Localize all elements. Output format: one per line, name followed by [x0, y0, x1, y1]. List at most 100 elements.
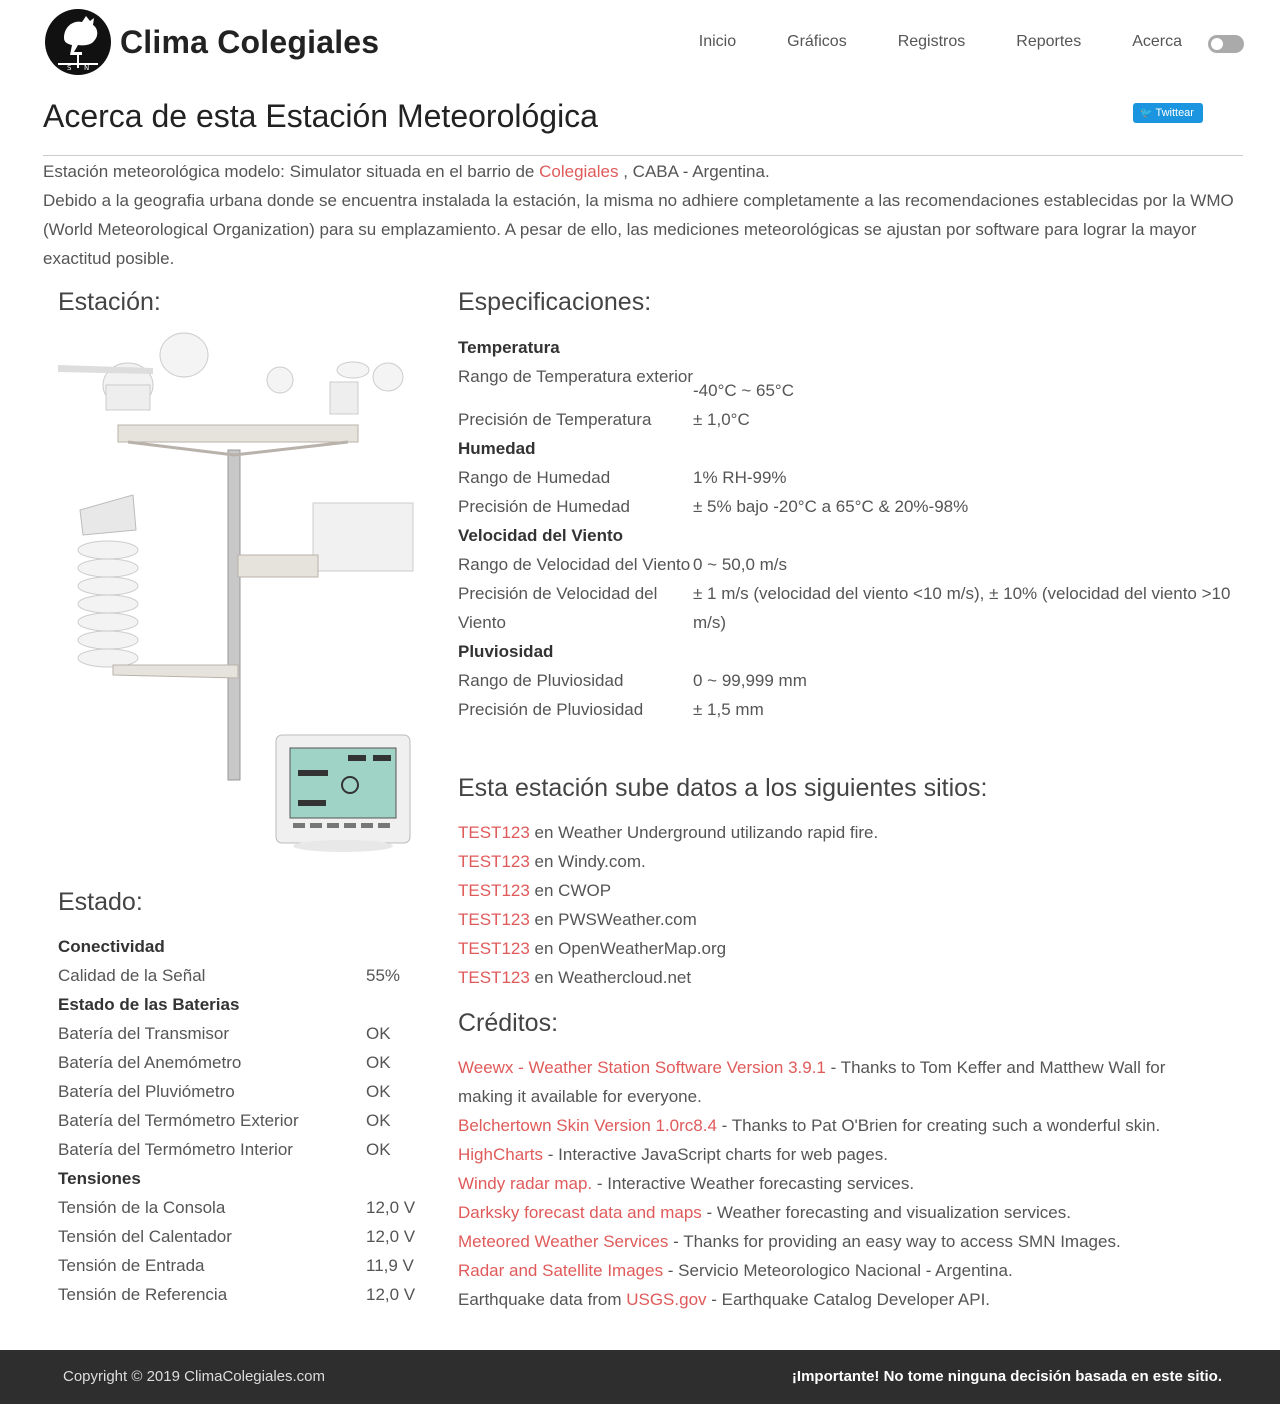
status-row: Batería del Pluviómetro OK — [58, 1077, 438, 1106]
spec-row: Rango de Velocidad del Viento 0 ~ 50,0 m/… — [458, 550, 1238, 579]
nav-item-registros[interactable]: Registros — [898, 33, 966, 51]
credit-link[interactable]: Darksky forecast data and maps — [458, 1203, 702, 1222]
status-section-heading: Estado de las Baterias — [58, 990, 438, 1019]
spec-section-heading: Temperatura — [458, 338, 560, 357]
colegiales-link[interactable]: Colegiales — [539, 162, 618, 181]
status-value: 12,0 V — [366, 1285, 416, 1304]
status-label: Calidad de la Señal — [58, 966, 206, 985]
spec-value: ± 1 m/s (velocidad del viento <10 m/s), … — [693, 584, 1231, 632]
spec-value: -40°C ~ 65°C — [693, 381, 795, 400]
credit-link[interactable]: USGS.gov — [626, 1290, 706, 1309]
upload-station-link[interactable]: TEST123 — [458, 823, 530, 842]
status-row: Batería del Termómetro Interior OK — [58, 1135, 438, 1164]
status-label: Tensiones — [58, 1169, 141, 1188]
nav-item-acerca[interactable]: Acerca — [1132, 33, 1182, 51]
status-value: OK — [366, 1082, 391, 1101]
credit-description: - Thanks for providing an easy way to ac… — [668, 1232, 1121, 1251]
spec-section-heading: Humedad — [458, 439, 536, 458]
upload-description: en Weather Underground utilizando rapid … — [529, 823, 879, 842]
status-heading: Estado: — [58, 888, 143, 916]
status-label: Batería del Termómetro Interior — [58, 1140, 293, 1159]
status-row: Tensión del Calentador 12,0 V — [58, 1222, 438, 1251]
nav-item-reportes[interactable]: Reportes — [1016, 33, 1081, 51]
upload-description: en Weathercloud.net — [529, 968, 692, 987]
spec-value: ± 5% bajo -20°C a 65°C & 20%-98% — [693, 497, 969, 516]
spec-value: ± 1,5 mm — [693, 700, 764, 719]
upload-station-link[interactable]: TEST123 — [458, 910, 530, 929]
credit-link[interactable]: Meteored Weather Services — [458, 1232, 668, 1251]
status-value: 12,0 V — [366, 1227, 416, 1246]
spec-label: Precisión de Velocidad del Viento — [458, 584, 658, 632]
status-value: OK — [366, 1024, 391, 1043]
uploads-list: TEST123 en Weather Underground utilizand… — [458, 818, 878, 992]
upload-station-link[interactable]: TEST123 — [458, 968, 530, 987]
status-row: Tensión de Referencia 12,0 V — [58, 1280, 438, 1309]
credit-item: Belchertown Skin Version 1.0rc8.4 - Than… — [458, 1111, 1218, 1140]
status-value: OK — [366, 1140, 391, 1159]
spec-label: Rango de Temperatura exterior — [458, 367, 693, 386]
upload-station-link[interactable]: TEST123 — [458, 881, 530, 900]
status-value: 55% — [366, 966, 401, 985]
credit-item: Radar and Satellite Images - Servicio Me… — [458, 1256, 1218, 1285]
status-label: Batería del Transmisor — [58, 1024, 230, 1043]
spec-label: Rango de Humedad — [458, 468, 611, 487]
nav-item-inicio[interactable]: Inicio — [699, 33, 736, 51]
dark-mode-toggle[interactable] — [1208, 35, 1244, 53]
status-label: Estado de las Baterias — [58, 995, 240, 1014]
footer-copyright: Copyright © 2019 ClimaColegiales.com — [63, 1368, 326, 1385]
credit-description: - Servicio Meteorologico Nacional - Arge… — [663, 1261, 1013, 1280]
spec-label: Rango de Pluviosidad — [458, 671, 624, 690]
upload-item: TEST123 en CWOP — [458, 876, 878, 905]
credit-link[interactable]: Windy radar map. — [458, 1174, 592, 1193]
uploads-heading: Esta estación sube datos a los siguiente… — [458, 774, 988, 802]
credit-item: Earthquake data from USGS.gov - Earthqua… — [458, 1285, 1218, 1314]
upload-description: en Windy.com. — [529, 852, 646, 871]
spec-section-heading: Velocidad del Viento — [458, 526, 624, 545]
status-label: Batería del Anemómetro — [58, 1053, 242, 1072]
credit-description: - Earthquake Catalog Developer API. — [706, 1290, 991, 1309]
spec-label: Rango de Velocidad del Viento — [458, 555, 691, 574]
tweet-button[interactable]: 🐦 Twittear — [1133, 103, 1203, 123]
upload-item: TEST123 en OpenWeatherMap.org — [458, 934, 878, 963]
status-value: 12,0 V — [366, 1198, 416, 1217]
credit-link[interactable]: Radar and Satellite Images — [458, 1261, 663, 1280]
spec-label: Precisión de Pluviosidad — [458, 700, 644, 719]
rooster-logo-icon[interactable]: S N — [44, 8, 112, 76]
upload-item: TEST123 en Windy.com. — [458, 847, 878, 876]
status-section-heading: Conectividad — [58, 932, 438, 961]
status-table: Conectividad Calidad de la Señal 55% Estado… — [58, 932, 438, 1309]
credit-prefix: Earthquake data from — [458, 1290, 627, 1309]
upload-item: TEST123 en Weathercloud.net — [458, 963, 878, 992]
upload-station-link[interactable]: TEST123 — [458, 852, 530, 871]
nav-item-graficos[interactable]: Gráficos — [787, 33, 847, 51]
credits-heading: Créditos: — [458, 1009, 559, 1037]
spec-section-heading: Pluviosidad — [458, 642, 554, 661]
intro-text: Estación meteorológica modelo: Simulator… — [43, 157, 1243, 273]
navbar: S N Clima Colegiales Inicio Gráficos Reg… — [0, 0, 1280, 88]
footer-warning: ¡Importante! No tome ninguna decisión ba… — [791, 1368, 1222, 1385]
status-row: Calidad de la Señal 55% — [58, 961, 438, 990]
credit-link[interactable]: HighCharts — [458, 1145, 543, 1164]
credits-list: Weewx - Weather Station Software Version… — [458, 1053, 1218, 1314]
credit-item: Darksky forecast data and maps - Weather… — [458, 1198, 1218, 1227]
credit-link[interactable]: Belchertown Skin Version 1.0rc8.4 — [458, 1116, 717, 1135]
status-label: Batería del Pluviómetro — [58, 1082, 235, 1101]
brand-name[interactable]: Clima Colegiales — [120, 24, 379, 61]
credit-link[interactable]: Weewx - Weather Station Software Version… — [458, 1058, 826, 1077]
upload-item: TEST123 en Weather Underground utilizand… — [458, 818, 878, 847]
main-nav: Inicio Gráficos Registros Reportes Acerc… — [699, 33, 1182, 51]
footer: Copyright © 2019 ClimaColegiales.com ¡Im… — [0, 1350, 1280, 1404]
spec-row: Precisión de Velocidad del Viento ± 1 m/s… — [458, 579, 1238, 637]
spec-row: Precisión de Temperatura ± 1,0°C — [458, 405, 1238, 434]
status-label: Tensión de Entrada — [58, 1256, 205, 1275]
status-label: Tensión de Referencia — [58, 1285, 228, 1304]
credit-description: - Interactive Weather forecasting servic… — [592, 1174, 915, 1193]
credit-item: Meteored Weather Services - Thanks for p… — [458, 1227, 1218, 1256]
spec-value: ± 1,0°C — [693, 410, 750, 429]
page-title: Acerca de esta Estación Meteorológica — [43, 98, 598, 134]
credit-description: - Weather forecasting and visualization … — [701, 1203, 1071, 1222]
credit-item: Windy radar map. - Interactive Weather f… — [458, 1169, 1218, 1198]
status-label: Tensión de la Consola — [58, 1198, 226, 1217]
tweet-label: Twittear — [1155, 107, 1194, 119]
upload-station-link[interactable]: TEST123 — [458, 939, 530, 958]
